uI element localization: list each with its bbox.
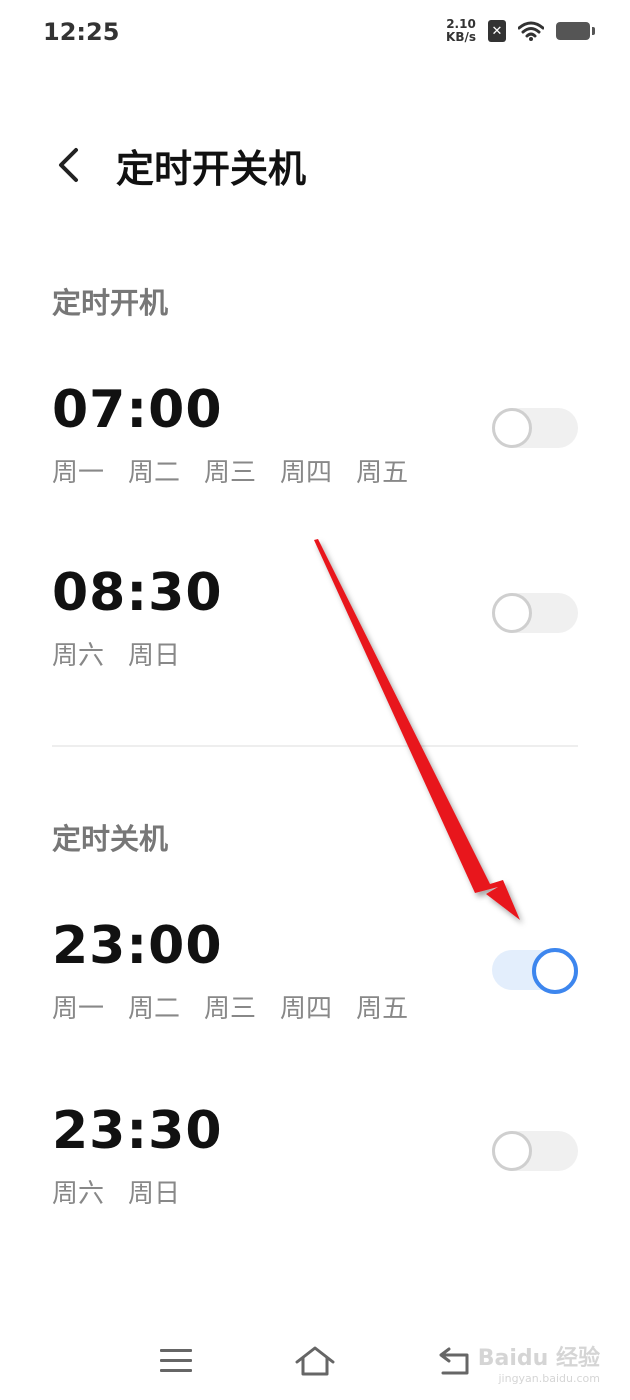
schedule-days: 周六 周日 [52, 1173, 180, 1210]
day-label: 周四 [280, 458, 333, 488]
schedule-row[interactable]: 23:00 周一 周二 周三 周四 周五 [0, 916, 630, 1056]
day-label: 周六 [52, 641, 105, 671]
screen: 12:25 2.10 KB/s ✕ 定时开关机 定时开机 07:00 周一 周二 [0, 0, 630, 1400]
schedule-time: 23:30 [52, 1101, 223, 1161]
watermark-url: jingyan.baidu.com [498, 1372, 600, 1385]
schedule-row[interactable]: 08:30 周六 周日 [0, 563, 630, 703]
schedule-toggle[interactable] [492, 948, 578, 994]
day-label: 周五 [356, 458, 409, 488]
watermark: Baidu 经验 jingyan.baidu.com [478, 1340, 600, 1385]
wifi-icon [518, 21, 544, 41]
page-title: 定时开关机 [116, 147, 307, 191]
schedule-days: 周一 周二 周三 周四 周五 [52, 452, 408, 489]
home-button[interactable] [285, 1336, 345, 1386]
back-nav-button[interactable] [424, 1336, 484, 1386]
day-label: 周日 [128, 641, 181, 671]
toggle-knob [532, 948, 578, 994]
schedule-toggle[interactable] [492, 408, 578, 448]
day-label: 周日 [128, 1179, 181, 1209]
network-speed: 2.10 KB/s [446, 18, 476, 44]
back-return-icon [439, 1347, 469, 1375]
status-icons: 2.10 KB/s ✕ [446, 18, 595, 44]
net-speed-unit: KB/s [446, 30, 476, 44]
schedule-time: 23:00 [52, 916, 223, 976]
section-title-power-on: 定时开机 [52, 286, 169, 320]
toggle-knob [492, 593, 532, 633]
watermark-brand: Baidu 经验 [477, 1346, 600, 1371]
chevron-left-icon [59, 148, 78, 182]
schedule-days: 周一 周二 周三 周四 周五 [52, 988, 408, 1025]
schedule-toggle[interactable] [492, 593, 578, 633]
day-label: 周五 [356, 994, 409, 1024]
day-label: 周六 [52, 1179, 105, 1209]
toggle-knob [492, 408, 532, 448]
battery-icon [556, 22, 595, 40]
schedule-days: 周六 周日 [52, 635, 180, 672]
menu-icon [160, 1349, 192, 1372]
home-icon [295, 1346, 335, 1376]
day-label: 周一 [52, 458, 105, 488]
schedule-toggle[interactable] [492, 1131, 578, 1171]
day-label: 周三 [204, 994, 257, 1024]
toggle-knob [492, 1131, 532, 1171]
day-label: 周一 [52, 994, 105, 1024]
schedule-time: 08:30 [52, 563, 223, 623]
day-label: 周三 [204, 458, 257, 488]
day-label: 周四 [280, 994, 333, 1024]
schedule-row[interactable]: 07:00 周一 周二 周三 周四 周五 [0, 380, 630, 520]
status-time: 12:25 [43, 18, 120, 46]
sim-x-icon: ✕ [488, 20, 506, 42]
section-title-power-off: 定时关机 [52, 822, 169, 856]
section-divider [52, 745, 578, 747]
day-label: 周二 [128, 458, 181, 488]
day-label: 周二 [128, 994, 181, 1024]
back-button[interactable] [48, 140, 88, 190]
schedule-time: 07:00 [52, 380, 223, 440]
menu-button[interactable] [146, 1336, 206, 1386]
schedule-row[interactable]: 23:30 周六 周日 [0, 1101, 630, 1241]
